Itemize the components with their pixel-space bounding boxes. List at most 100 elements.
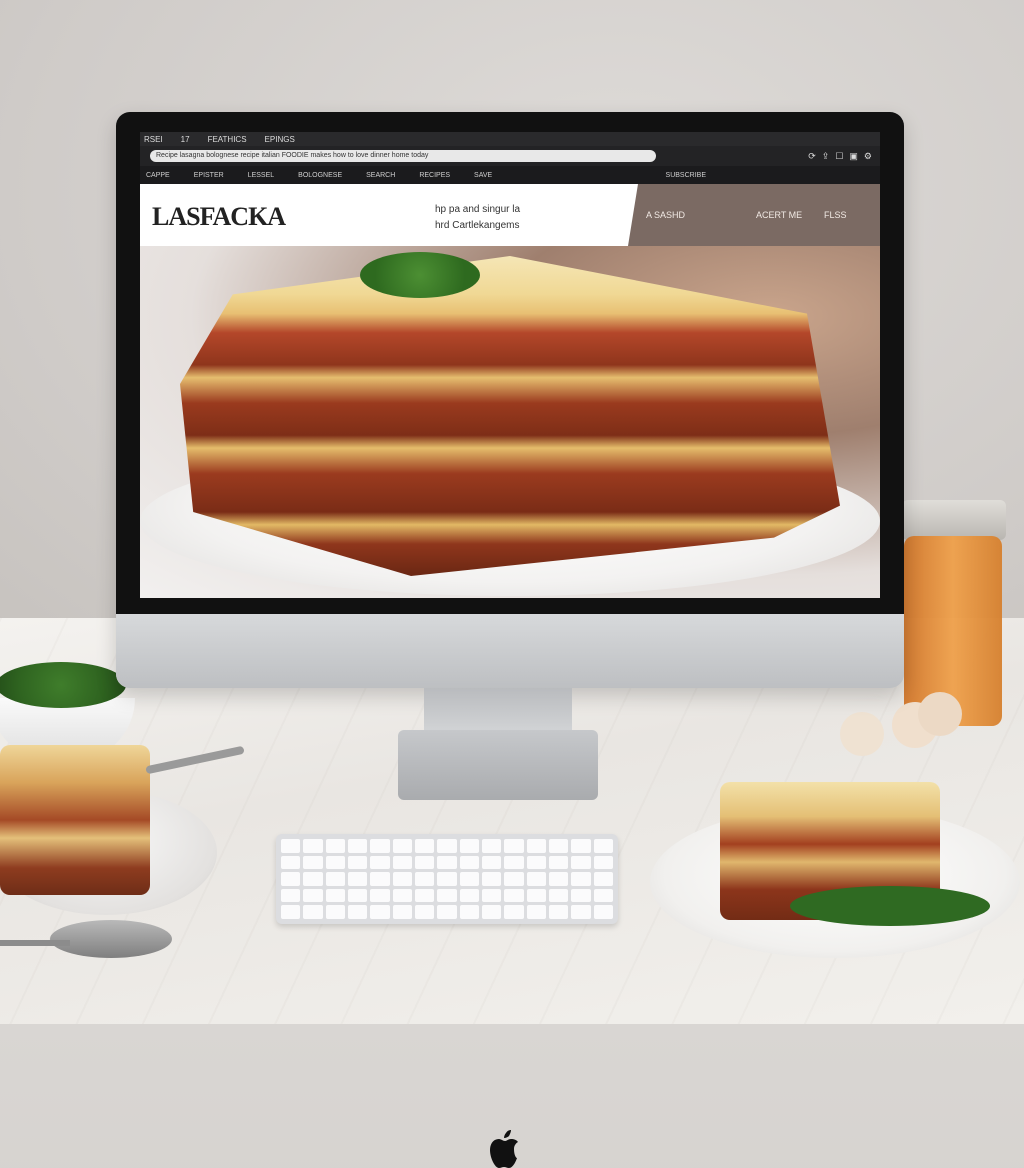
menu-item[interactable]: 17 bbox=[181, 135, 190, 144]
keyboard-key[interactable] bbox=[303, 872, 323, 886]
keyboard-key[interactable] bbox=[549, 839, 569, 853]
keyboard-key[interactable] bbox=[526, 905, 546, 919]
keyboard-key[interactable] bbox=[370, 855, 390, 870]
keyboard-key[interactable] bbox=[459, 872, 479, 886]
keyboard-key[interactable] bbox=[370, 839, 390, 853]
header-link[interactable]: HD bbox=[672, 210, 685, 220]
keyboard-key[interactable] bbox=[437, 905, 457, 919]
reload-icon[interactable]: ⟳ bbox=[808, 151, 816, 162]
keyboard-key[interactable] bbox=[526, 872, 546, 886]
keyboard-key[interactable] bbox=[437, 872, 457, 886]
nav-item[interactable]: LESSEL bbox=[248, 172, 274, 179]
keyboard-key[interactable] bbox=[482, 888, 502, 903]
keyboard-key[interactable] bbox=[281, 839, 301, 853]
keyboard-key[interactable] bbox=[415, 839, 435, 853]
bookmark-icon[interactable]: ☐ bbox=[835, 151, 843, 162]
keyboard-key[interactable] bbox=[526, 855, 546, 870]
nav-item[interactable]: BOLOGNESE bbox=[298, 172, 342, 179]
keyboard-key[interactable] bbox=[504, 872, 524, 886]
keyboard-key[interactable] bbox=[437, 888, 457, 903]
keyboard-key[interactable] bbox=[415, 888, 435, 903]
keyboard-key[interactable] bbox=[571, 839, 591, 853]
keyboard-key[interactable] bbox=[303, 839, 323, 853]
keyboard-key[interactable] bbox=[482, 872, 502, 886]
keyboard-key[interactable] bbox=[504, 855, 524, 870]
nav-item[interactable]: SAVE bbox=[474, 172, 492, 179]
keyboard-key[interactable] bbox=[281, 872, 301, 886]
settings-icon[interactable]: ⚙ bbox=[864, 151, 872, 162]
keyboard-key[interactable] bbox=[504, 888, 524, 903]
keyboard-key[interactable] bbox=[571, 872, 591, 886]
keyboard-key[interactable] bbox=[348, 855, 368, 870]
keyboard-key[interactable] bbox=[593, 905, 613, 919]
keyboard-key[interactable] bbox=[392, 839, 412, 853]
menu-item[interactable]: FEATHICS bbox=[208, 135, 247, 144]
keyboard-key[interactable] bbox=[392, 872, 412, 886]
keyboard-key[interactable] bbox=[370, 888, 390, 903]
keyboard-key[interactable] bbox=[325, 905, 345, 919]
nav-item[interactable]: SEARCH bbox=[366, 172, 395, 179]
keyboard-key[interactable] bbox=[459, 905, 479, 919]
keyboard-key[interactable] bbox=[593, 855, 613, 870]
keyboard-key[interactable] bbox=[459, 839, 479, 853]
keyboard-key[interactable] bbox=[549, 855, 569, 870]
keyboard-key[interactable] bbox=[370, 872, 390, 886]
keyboard-key[interactable] bbox=[593, 839, 613, 853]
keyboard-key[interactable] bbox=[459, 855, 479, 870]
keyboard-key[interactable] bbox=[392, 855, 412, 870]
keyboard-key[interactable] bbox=[415, 855, 435, 870]
keyboard-key[interactable] bbox=[348, 905, 368, 919]
keyboard-key[interactable] bbox=[437, 839, 457, 853]
menu-item[interactable]: EPINGS bbox=[265, 135, 295, 144]
keyboard-key[interactable] bbox=[415, 905, 435, 919]
keyboard-key[interactable] bbox=[593, 888, 613, 903]
keyboard-key[interactable] bbox=[303, 855, 323, 870]
keyboard-key[interactable] bbox=[571, 855, 591, 870]
keyboard-key[interactable] bbox=[593, 872, 613, 886]
url-bar[interactable]: Recipe lasagna bolognese recipe italian … bbox=[150, 150, 656, 162]
keyboard-key[interactable] bbox=[549, 888, 569, 903]
share-icon[interactable]: ⇪ bbox=[822, 151, 830, 162]
keyboard-key[interactable] bbox=[348, 888, 368, 903]
keyboard-key[interactable] bbox=[482, 905, 502, 919]
keyboard-key[interactable] bbox=[504, 905, 524, 919]
tabs-icon[interactable]: ▣ bbox=[849, 151, 858, 162]
keyboard-key[interactable] bbox=[348, 839, 368, 853]
keyboard-key[interactable] bbox=[549, 872, 569, 886]
keyboard-key[interactable] bbox=[325, 855, 345, 870]
keyboard-key[interactable] bbox=[281, 888, 301, 903]
menu-item[interactable]: RSEI bbox=[144, 135, 163, 144]
keyboard-key[interactable] bbox=[303, 888, 323, 903]
keyboard-key[interactable] bbox=[325, 839, 345, 853]
keyboard-key[interactable] bbox=[281, 855, 301, 870]
keyboard-key[interactable] bbox=[415, 872, 435, 886]
nav-item[interactable]: CAPPE bbox=[146, 172, 170, 179]
nav-item[interactable]: RECIPES bbox=[419, 172, 450, 179]
header-link[interactable]: ACERT ME bbox=[756, 210, 802, 220]
keyboard-key[interactable] bbox=[482, 855, 502, 870]
keyboard-key[interactable] bbox=[348, 872, 368, 886]
site-logo[interactable]: LASFACKA bbox=[152, 202, 286, 232]
keyboard-key[interactable] bbox=[549, 905, 569, 919]
header-link[interactable]: FLSS bbox=[824, 210, 847, 220]
keyboard-key[interactable] bbox=[392, 888, 412, 903]
keyboard-key[interactable] bbox=[571, 905, 591, 919]
nav-item[interactable]: EPISTER bbox=[194, 172, 224, 179]
keyboard-key[interactable] bbox=[526, 839, 546, 853]
header-link[interactable]: A SAS bbox=[646, 210, 672, 220]
keyboard-key[interactable] bbox=[303, 905, 323, 919]
browser-menu-bar: RSEI 17 FEATHICS EPINGS bbox=[140, 132, 880, 146]
keyboard-key[interactable] bbox=[437, 855, 457, 870]
keyboard-key[interactable] bbox=[281, 905, 301, 919]
keyboard-key[interactable] bbox=[526, 888, 546, 903]
keyboard-key[interactable] bbox=[392, 905, 412, 919]
keyboard-key[interactable] bbox=[504, 839, 524, 853]
keyboard-key[interactable] bbox=[370, 905, 390, 919]
keyboard-key[interactable] bbox=[459, 888, 479, 903]
keyboard-key[interactable] bbox=[325, 872, 345, 886]
keyboard-key[interactable] bbox=[482, 839, 502, 853]
keyboard-key[interactable] bbox=[325, 888, 345, 903]
keyboard[interactable] bbox=[276, 834, 618, 924]
keyboard-key[interactable] bbox=[571, 888, 591, 903]
nav-subscribe[interactable]: SUBSCRIBE bbox=[666, 172, 706, 179]
